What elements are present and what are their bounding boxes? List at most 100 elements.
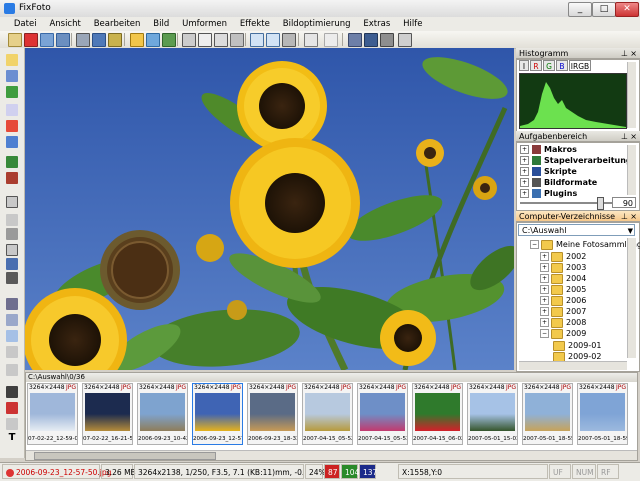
copy-icon[interactable] [146,33,160,47]
channel-tab-g[interactable]: G [543,60,555,71]
tasks-scrollbar[interactable] [627,145,636,195]
thumbnail[interactable]: 3264×2448 JPG 2007-05-01_15-03- [467,383,518,445]
thumbnail[interactable]: 3264×2448 JPG 2007-05-01_18-59- [577,383,628,445]
menu-bildoptimierung[interactable]: Bildoptimierung [278,17,356,31]
tasks-slider-thumb[interactable] [597,197,604,210]
menu-extras[interactable]: Extras [358,17,395,31]
menu-bild[interactable]: Bild [148,17,174,31]
stamp-icon[interactable] [6,346,18,358]
crop-icon[interactable] [282,33,296,47]
thumbnail[interactable]: 3264×2448 JPG 2006-09-23_18-33- [247,383,298,445]
batch-icon[interactable] [364,33,378,47]
chevron-down-icon[interactable]: ▼ [628,225,633,237]
expand-icon[interactable]: + [540,274,549,283]
thumbnail[interactable]: 3264×2448 JPG 2007-04-15_05-52- [302,383,353,445]
tree-folder[interactable]: +2003 [540,262,586,273]
expand-icon[interactable]: + [540,263,549,272]
menu-effekte[interactable]: Effekte [235,17,275,31]
scan-icon[interactable] [56,33,70,47]
task-skripte[interactable]: + Skripte [520,166,577,177]
fullscreen-icon[interactable] [214,33,228,47]
tree-subfolder[interactable]: 2009-01 [553,340,601,351]
expand-icon[interactable]: + [540,318,549,327]
redo-icon[interactable] [324,33,338,47]
expand-icon[interactable]: + [520,189,529,198]
expand-icon[interactable]: + [540,285,549,294]
panel-close-icon[interactable]: × [630,131,637,142]
auto-fix-icon[interactable] [6,54,18,66]
open-icon[interactable] [8,33,22,47]
undo-icon[interactable] [304,33,318,47]
zoom-icon[interactable] [266,33,280,47]
text-frame-icon[interactable] [6,330,18,342]
export-icon[interactable] [108,33,122,47]
expand-icon[interactable]: + [520,145,529,154]
panel-close-icon[interactable]: × [630,48,637,59]
transform-icon[interactable] [6,298,18,310]
thumbnail[interactable]: 3264×2448 JPG 07-02-22_12-59-03 [27,383,78,445]
scissors-icon[interactable] [6,228,18,240]
close-button[interactable]: ✕ [615,2,639,17]
tree-folder[interactable]: +2005 [540,284,586,295]
red-eye-icon[interactable] [6,120,18,132]
panel-close-icon[interactable]: × [630,211,637,222]
menu-datei[interactable]: Datei [9,17,42,31]
pin-icon[interactable]: ⊥ [621,211,628,222]
directory-scrollbar[interactable] [627,238,636,358]
channel-tab-b[interactable]: B [556,60,568,71]
task-plugins[interactable]: + Plugins [520,188,577,199]
select-icon[interactable] [130,33,144,47]
main-photo[interactable] [25,48,514,370]
menu-umformen[interactable]: Umformen [177,17,232,31]
thumbnail-scroll-thumb[interactable] [34,452,216,460]
expand-icon[interactable]: + [520,167,529,176]
maximize-button[interactable]: □ [592,2,616,17]
paste-icon[interactable] [162,33,176,47]
rotate-icon[interactable] [6,196,18,208]
thumbnail-scrollbar[interactable] [26,450,637,460]
settings-icon[interactable] [398,33,412,47]
resize-icon[interactable] [6,244,18,256]
sharpen-icon[interactable] [6,104,18,116]
channel-tab-i[interactable]: I [519,60,529,71]
task-bildformate[interactable]: + Bildformate [520,177,597,188]
zoom-fit-icon[interactable] [250,33,264,47]
directory-path-select[interactable]: C:\Auswahl ▼ [518,224,635,236]
brush-icon[interactable] [230,33,244,47]
window-icon[interactable] [198,33,212,47]
tasks-slider-value[interactable]: 90 [612,197,636,208]
filter-icon[interactable] [6,136,18,148]
thumbnail[interactable]: 3264×2448 JPG 07-02-22_16-21-53 [82,383,133,445]
tree-folder[interactable]: +2004 [540,273,586,284]
grid-icon[interactable] [182,33,196,47]
channel-tab-r[interactable]: R [530,60,542,71]
thumbnail[interactable]: 3264×2448 JPG 2007-05-01_18-55- [522,383,573,445]
thumbnail[interactable]: 3264×2448 JPG 2006-09-23_12-57- [192,383,243,445]
levels-icon[interactable] [6,86,18,98]
color-icon[interactable] [6,70,18,82]
task-stapelverarbeitung[interactable]: + Stapelverarbeitung [520,155,632,166]
channel-tab-irgb[interactable]: IRGB [569,60,591,71]
compare-icon[interactable] [348,33,362,47]
expand-icon[interactable]: + [540,296,549,305]
eraser-icon[interactable] [6,172,18,184]
circle-icon[interactable] [6,418,18,430]
thumbnail[interactable]: 3264×2448 JPG 2007-04-15_05-53- [357,383,408,445]
tree-folder[interactable]: − 2009 [540,328,586,339]
collapse-icon[interactable]: − [530,240,539,249]
expand-icon[interactable]: + [540,307,549,316]
print-layout-icon[interactable] [6,258,18,270]
text-tool-icon[interactable]: T [6,432,18,444]
directory-h-scrollbar[interactable] [519,361,627,370]
expand-icon[interactable]: + [520,156,529,165]
perspective-icon[interactable] [6,314,18,326]
info-icon[interactable] [380,33,394,47]
gradient-icon[interactable] [6,364,18,376]
mosaic-icon[interactable] [6,272,18,284]
thumbnail[interactable]: 3264×2448 JPG 2006-09-23_10-42- [137,383,188,445]
menu-ansicht[interactable]: Ansicht [44,17,85,31]
pin-icon[interactable]: ⊥ [621,131,628,142]
browse-icon[interactable] [40,33,54,47]
expand-icon[interactable]: + [520,178,529,187]
close-file-icon[interactable] [24,33,38,47]
